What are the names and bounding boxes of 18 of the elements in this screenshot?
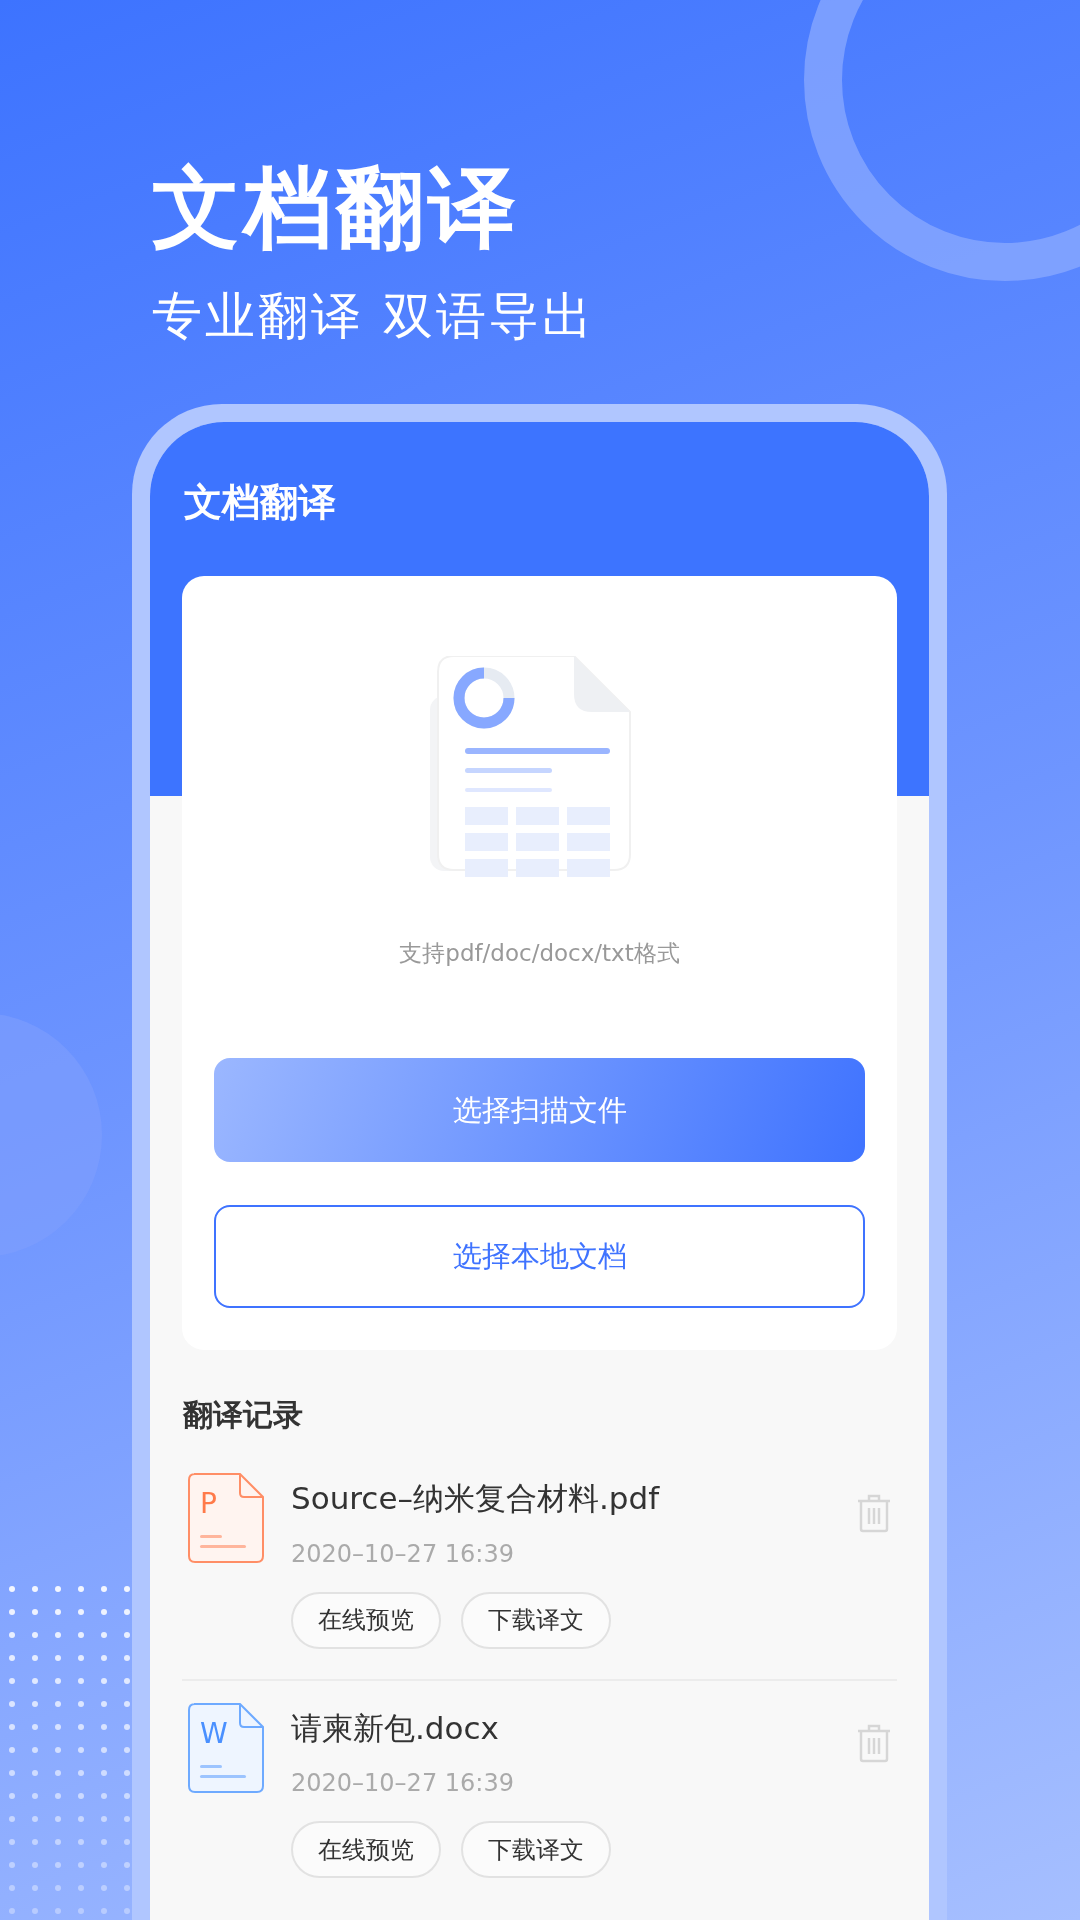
delete-icon[interactable] [856,1493,892,1534]
file-time: 2020–10–27 16:39 [291,1768,515,1800]
delete-icon[interactable] [856,1722,892,1763]
download-button[interactable]: 下载译文 [461,1591,611,1649]
file-icon: W [188,1702,264,1793]
file-name: Source–纳米复合材料.pdf [291,1479,661,1519]
file-name: 请柬新包.docx [291,1708,500,1748]
preview-button[interactable]: 在线预览 [291,1821,441,1879]
preview-button[interactable]: 在线预览 [291,1591,441,1649]
download-button[interactable]: 下载译文 [461,1821,611,1879]
file-time: 2020–10–27 16:39 [291,1538,515,1570]
file-icon: P [188,1473,264,1564]
local-file-button[interactable]: 选择本地文档 [214,1205,865,1309]
supported-formats-text: 支持pdf/doc/docx/txt格式 [398,938,681,968]
records-heading: 翻译记录 [183,1396,304,1435]
promo-title: 文档翻译 [152,160,521,257]
promo-subtitle: 专业翻译 双语导出 [152,285,596,347]
screen-title: 文档翻译 [183,478,337,526]
